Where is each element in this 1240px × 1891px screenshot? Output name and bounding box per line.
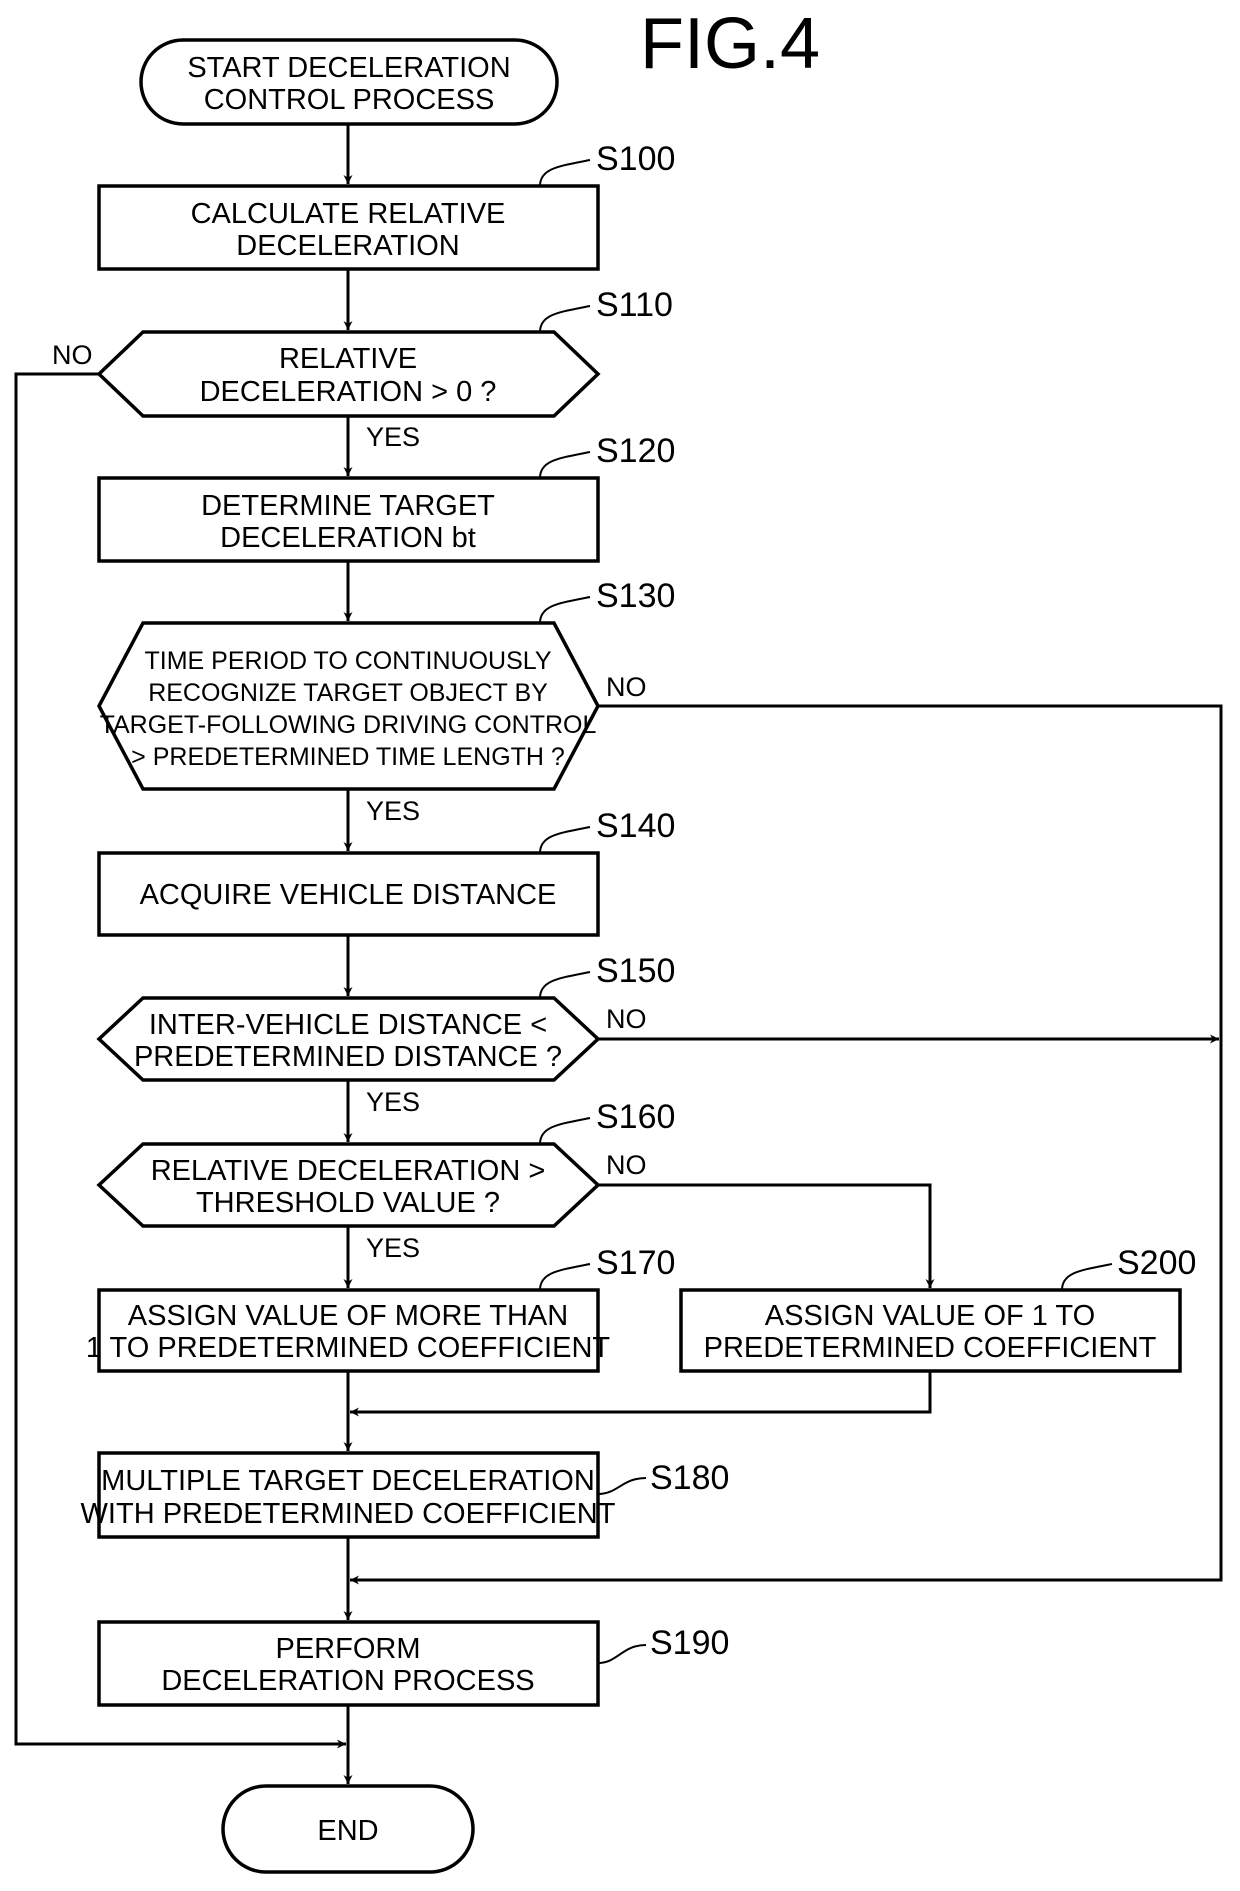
node-s110: RELATIVE DECELERATION > 0 ? S110 NO YES [52, 286, 673, 452]
s100-line-2: DECELERATION [236, 230, 459, 262]
s200-line-2: PREDETERMINED COEFFICIENT [704, 1332, 1157, 1364]
s190-line-2: DECELERATION PROCESS [161, 1665, 534, 1697]
start-line-1: START DECELERATION [187, 52, 510, 84]
s150-line-2: PREDETERMINED DISTANCE ? [134, 1041, 562, 1073]
s170-step-label: S170 [596, 1244, 675, 1282]
s110-leader [539, 305, 591, 333]
s170-line-2: 1 TO PREDETERMINED COEFFICIENT [86, 1332, 610, 1364]
node-s170: ASSIGN VALUE OF MORE THAN 1 TO PREDETERM… [86, 1244, 675, 1373]
s130-line-4: > PREDETERMINED TIME LENGTH ? [131, 743, 565, 771]
s130-no-label: NO [606, 672, 647, 702]
s190-leader [597, 1644, 647, 1664]
node-s160: RELATIVE DECELERATION > THRESHOLD VALUE … [96, 1098, 675, 1263]
s130-line-1: TIME PERIOD TO CONTINUOUSLY [145, 647, 552, 675]
s140-step-label: S140 [596, 807, 675, 845]
s140-leader [539, 826, 591, 854]
s180-line-2: WITH PREDETERMINED COEFFICIENT [81, 1498, 616, 1530]
s200-step-label: S200 [1117, 1244, 1196, 1282]
s150-line-1: INTER-VEHICLE DISTANCE < [149, 1009, 547, 1041]
node-s150: INTER-VEHICLE DISTANCE < PREDETERMINED D… [96, 952, 675, 1117]
node-s200: ASSIGN VALUE OF 1 TO PREDETERMINED COEFF… [679, 1244, 1196, 1373]
node-start: START DECELERATION CONTROL PROCESS [139, 38, 559, 126]
s130-line-2: RECOGNIZE TARGET OBJECT BY [148, 679, 548, 707]
s190-step-label: S190 [650, 1624, 729, 1662]
node-s100: CALCULATE RELATIVE DECELERATION S100 [97, 140, 675, 271]
s110-line-1: RELATIVE [279, 343, 417, 375]
s130-yes-label: YES [366, 796, 420, 826]
s120-leader [539, 451, 591, 479]
s130-line-3: TARGET-FOLLOWING DRIVING CONTROL [100, 711, 597, 739]
flowchart: FIG.4 START DECELERATION CONTROL PROCESS… [14, 4, 1223, 1874]
node-s140: ACQUIRE VEHICLE DISTANCE S140 [97, 807, 675, 937]
s190-line-1: PERFORM [276, 1633, 421, 1665]
s180-step-label: S180 [650, 1459, 729, 1497]
s110-no-label: NO [52, 340, 93, 370]
s160-leader [539, 1117, 591, 1145]
s160-line-2: THRESHOLD VALUE ? [196, 1187, 500, 1219]
s160-yes-label: YES [366, 1233, 420, 1263]
s140-line-1: ACQUIRE VEHICLE DISTANCE [140, 879, 557, 911]
s150-no-label: NO [606, 1004, 647, 1034]
node-s130: TIME PERIOD TO CONTINUOUSLY RECOGNIZE TA… [97, 577, 675, 826]
s160-line-1: RELATIVE DECELERATION > [151, 1155, 546, 1187]
s180-line-1: MULTIPLE TARGET DECELERATION [101, 1465, 595, 1497]
s150-yes-label: YES [366, 1087, 420, 1117]
figure-title: FIG.4 [640, 4, 820, 84]
s100-step-label: S100 [596, 140, 675, 178]
start-line-2: CONTROL PROCESS [204, 84, 495, 116]
s120-line-1: DETERMINE TARGET [201, 490, 495, 522]
s160-step-label: S160 [596, 1098, 675, 1136]
edge-s200-s180 [350, 1371, 932, 1417]
end-label: END [317, 1815, 378, 1847]
s180-leader [597, 1477, 647, 1495]
s110-step-label: S110 [596, 286, 673, 324]
s130-leader [539, 596, 591, 624]
s100-line-1: CALCULATE RELATIVE [191, 198, 506, 230]
s130-step-label: S130 [596, 577, 675, 615]
s200-leader [1061, 1263, 1113, 1291]
s200-line-1: ASSIGN VALUE OF 1 TO [765, 1300, 1095, 1332]
s100-leader [539, 159, 591, 187]
s150-step-label: S150 [596, 952, 675, 990]
s110-yes-label: YES [366, 422, 420, 452]
s120-step-label: S120 [596, 432, 675, 470]
s160-no-label: NO [606, 1150, 647, 1180]
s170-line-1: ASSIGN VALUE OF MORE THAN [128, 1300, 568, 1332]
node-s180: MULTIPLE TARGET DECELERATION WITH PREDET… [81, 1451, 729, 1539]
s150-leader [539, 971, 591, 999]
node-end: END [221, 1784, 475, 1874]
s110-line-2: DECELERATION > 0 ? [200, 376, 497, 408]
s170-leader [539, 1263, 591, 1291]
s120-line-2: DECELERATION bt [220, 522, 476, 554]
node-s190: PERFORM DECELERATION PROCESS S190 [97, 1620, 729, 1707]
